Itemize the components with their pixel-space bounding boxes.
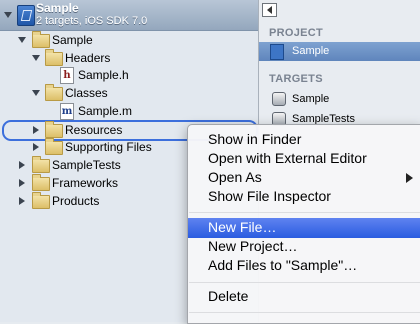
target-item-label: Sample: [292, 93, 330, 105]
disclosure-triangle-expanded-icon[interactable]: [4, 12, 12, 18]
menu-item-delete[interactable]: Delete: [188, 287, 420, 307]
tree-item-label: Sample: [52, 33, 93, 47]
tree-item-label: SampleTests: [52, 158, 121, 172]
project-section-header: PROJECT: [269, 27, 324, 39]
tree-item-classes[interactable]: Classes: [0, 84, 258, 102]
folder-icon: [32, 156, 50, 173]
tree-item-sample-m[interactable]: m Sample.m: [0, 102, 258, 120]
tree-item-label: Resources: [65, 123, 123, 137]
hide-project-list-button[interactable]: [262, 3, 277, 17]
menu-item-add-files[interactable]: Add Files to "Sample"…: [188, 256, 420, 276]
menu-item-label: Open with External Editor: [208, 150, 367, 166]
folder-icon: [32, 192, 50, 209]
targets-section-header: TARGETS: [269, 73, 323, 85]
tree-item-label: Sample.m: [78, 104, 133, 118]
project-subtitle: 2 targets, iOS SDK 7.0: [36, 15, 148, 27]
menu-item-open-as[interactable]: Open As: [188, 168, 420, 188]
menu-item-open-with-external-editor[interactable]: Open with External Editor: [188, 149, 420, 169]
menu-item-label: Delete: [208, 288, 249, 304]
xcode-project-icon: [270, 44, 284, 60]
menu-item-show-file-inspector[interactable]: Show File Inspector: [188, 187, 420, 207]
implementation-file-icon: m: [60, 103, 74, 120]
disclosure-triangle-expanded-icon[interactable]: [18, 37, 26, 43]
menu-item-label: Show in Finder: [208, 131, 302, 147]
folder-icon: [45, 84, 63, 101]
menu-separator: [189, 312, 420, 313]
disclosure-triangle-expanded-icon[interactable]: [32, 55, 40, 61]
disclosure-triangle-collapsed-icon[interactable]: [19, 197, 25, 205]
project-list-item[interactable]: Sample: [259, 42, 420, 61]
tree-item-label: Headers: [65, 51, 111, 65]
submenu-arrow-icon: [406, 173, 413, 183]
tree-item-sample-group[interactable]: Sample: [0, 31, 258, 49]
folder-icon: [45, 121, 63, 138]
app-target-icon: [272, 92, 286, 106]
folder-icon: [32, 174, 50, 191]
menu-separator: [189, 212, 420, 213]
disclosure-triangle-collapsed-icon[interactable]: [19, 179, 25, 187]
folder-icon: [45, 138, 63, 155]
tree-item-label: Products: [52, 194, 100, 208]
tree-item-label: Sample.h: [78, 68, 129, 82]
folder-icon: [32, 31, 50, 48]
tree-item-sample-h[interactable]: h Sample.h: [0, 66, 258, 84]
target-item-sample[interactable]: Sample: [259, 90, 420, 109]
tree-item-headers[interactable]: Headers: [0, 49, 258, 67]
tree-item-label: Supporting Files: [65, 140, 152, 154]
project-name: Sample: [36, 1, 79, 15]
context-menu: Show in Finder Open with External Editor…: [187, 124, 420, 324]
menu-item-label: Add Files to "Sample"…: [208, 257, 358, 273]
tree-item-label: Classes: [65, 86, 108, 100]
chevron-left-icon: [267, 6, 272, 14]
folder-icon: [45, 49, 63, 66]
xcode-project-icon: [17, 5, 35, 26]
tree-item-label: Frameworks: [52, 176, 119, 190]
menu-item-new-project[interactable]: New Project…: [188, 237, 420, 257]
disclosure-triangle-collapsed-icon[interactable]: [33, 126, 39, 134]
disclosure-triangle-collapsed-icon[interactable]: [19, 161, 25, 169]
header-file-icon: h: [60, 67, 74, 84]
menu-separator: [189, 282, 420, 283]
disclosure-triangle-collapsed-icon[interactable]: [33, 143, 39, 151]
menu-item-show-in-finder[interactable]: Show in Finder: [188, 130, 420, 150]
project-header-row[interactable]: Sample 2 targets, iOS SDK 7.0: [0, 0, 258, 31]
menu-item-label: New File…: [208, 219, 277, 235]
menu-item-new-file[interactable]: New File…: [188, 218, 420, 238]
project-list-item-label: Sample: [292, 45, 330, 57]
menu-item-label: New Project…: [208, 238, 298, 254]
menu-item-label: Show File Inspector: [208, 188, 331, 204]
disclosure-triangle-expanded-icon[interactable]: [32, 90, 40, 96]
menu-item-label: Open As: [208, 169, 262, 185]
